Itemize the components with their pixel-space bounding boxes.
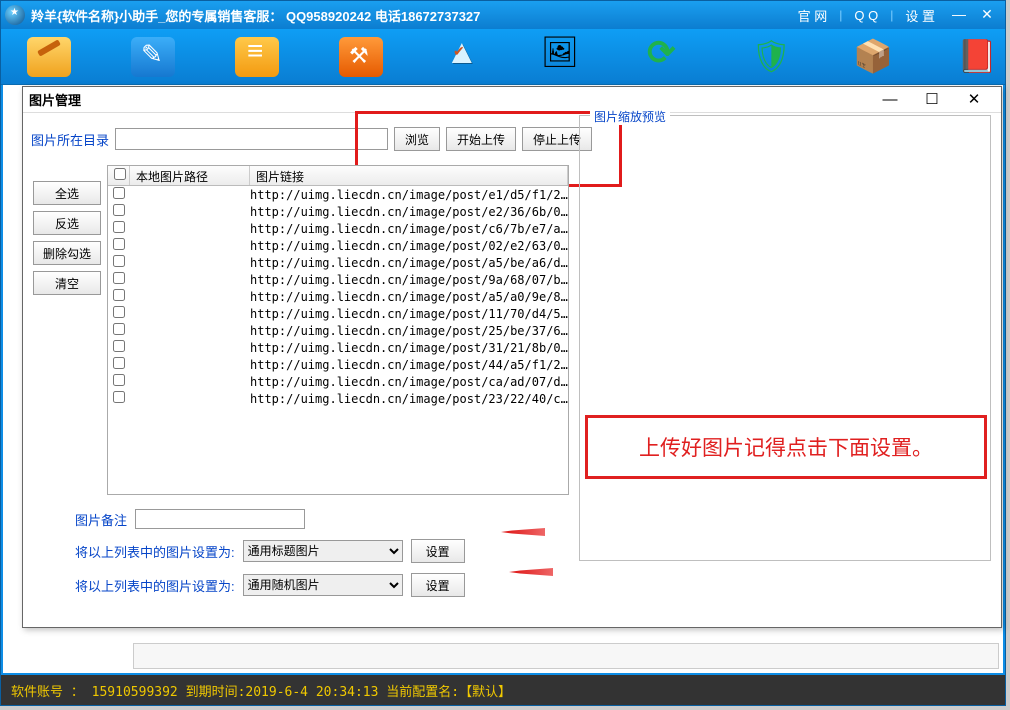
set-as-select-1[interactable]: 通用标题图片 <box>243 540 403 562</box>
table-row[interactable]: http://uimg.liecdn.cn/image/post/9a/68/0… <box>108 271 568 288</box>
cell-link: http://uimg.liecdn.cn/image/post/23/22/4… <box>250 392 568 406</box>
table-body: http://uimg.liecdn.cn/image/post/e1/d5/f… <box>108 186 568 407</box>
table-row[interactable]: http://uimg.liecdn.cn/image/post/a5/be/a… <box>108 254 568 271</box>
toolbar-image-icon[interactable] <box>539 37 583 77</box>
toolbar-tools-icon[interactable] <box>339 37 383 77</box>
row-checkbox[interactable] <box>113 306 125 318</box>
preview-groupbox: 图片缩放预览 <box>579 115 991 561</box>
cell-link: http://uimg.liecdn.cn/image/post/31/21/8… <box>250 341 568 355</box>
dialog-body: 图片所在目录 浏览 开始上传 停止上传 全选 反选 删除勾选 清空 本地图片路径… <box>31 117 993 619</box>
image-manage-dialog: 图片管理 — ☐ ✕ 图片所在目录 浏览 开始上传 停止上传 全选 反选 删除勾… <box>22 86 1002 628</box>
row-checkbox[interactable] <box>113 374 125 386</box>
annotation-text: 上传好图片记得点击下面设置。 <box>639 432 933 462</box>
table-row[interactable]: http://uimg.liecdn.cn/image/post/e1/d5/f… <box>108 186 568 203</box>
start-upload-button[interactable]: 开始上传 <box>446 127 516 151</box>
row-checkbox[interactable] <box>113 272 125 284</box>
main-titlebar: 羚羊{软件名称}小助手_您的专属销售客服： QQ958920242 电话1867… <box>1 1 1005 29</box>
row-checkbox[interactable] <box>113 340 125 352</box>
note-input[interactable] <box>135 509 305 529</box>
table-row[interactable]: http://uimg.liecdn.cn/image/post/e2/36/6… <box>108 203 568 220</box>
cell-link: http://uimg.liecdn.cn/image/post/e1/d5/f… <box>250 188 568 202</box>
side-action-buttons: 全选 反选 删除勾选 清空 <box>33 181 101 295</box>
table-row[interactable]: http://uimg.liecdn.cn/image/post/44/a5/f… <box>108 356 568 373</box>
path-input[interactable] <box>115 128 388 150</box>
table-row[interactable]: http://uimg.liecdn.cn/image/post/31/21/8… <box>108 339 568 356</box>
table-header: 本地图片路径 图片链接 <box>108 166 568 186</box>
status-text: 软件账号 ： 15910599392 到期时间:2019-6-4 20:34:1… <box>11 681 511 700</box>
top-links: 官 网 | Q Q | 设 置 <box>788 4 945 27</box>
row-checkbox[interactable] <box>113 204 125 216</box>
cell-link: http://uimg.liecdn.cn/image/post/a5/be/a… <box>250 256 568 270</box>
toolbar-config-icon[interactable] <box>27 37 71 77</box>
header-checkbox[interactable] <box>114 168 126 180</box>
cell-link: http://uimg.liecdn.cn/image/post/25/be/3… <box>250 324 568 338</box>
row-checkbox[interactable] <box>113 323 125 335</box>
cell-link: http://uimg.liecdn.cn/image/post/a5/a0/9… <box>250 290 568 304</box>
dialog-minimize-button[interactable]: — <box>869 88 911 112</box>
link-settings[interactable]: 设 置 <box>895 4 945 27</box>
image-table[interactable]: 本地图片路径 图片链接 http://uimg.liecdn.cn/image/… <box>107 165 569 495</box>
set-as-select-2[interactable]: 通用随机图片 <box>243 574 403 596</box>
col-local-path[interactable]: 本地图片路径 <box>130 166 250 185</box>
cell-link: http://uimg.liecdn.cn/image/post/c6/7b/e… <box>250 222 568 236</box>
cell-link: http://uimg.liecdn.cn/image/post/02/e2/6… <box>250 239 568 253</box>
table-row[interactable]: http://uimg.liecdn.cn/image/post/ca/ad/0… <box>108 373 568 390</box>
row-checkbox[interactable] <box>113 187 125 199</box>
toolbar-list-icon[interactable] <box>235 37 279 77</box>
delete-checked-button[interactable]: 删除勾选 <box>33 241 101 265</box>
cell-link: http://uimg.liecdn.cn/image/post/e2/36/6… <box>250 205 568 219</box>
link-website[interactable]: 官 网 <box>788 4 838 27</box>
toolbar-shield-icon[interactable] <box>747 37 791 77</box>
toolbar-books-icon[interactable] <box>955 37 999 77</box>
dialog-titlebar: 图片管理 — ☐ ✕ <box>23 87 1001 113</box>
bottom-panel <box>133 643 999 669</box>
annotation-box-hint: 上传好图片记得点击下面设置。 <box>585 415 987 479</box>
col-check[interactable] <box>108 166 130 185</box>
table-row[interactable]: http://uimg.liecdn.cn/image/post/25/be/3… <box>108 322 568 339</box>
browse-button[interactable]: 浏览 <box>394 127 440 151</box>
toolbar-mountain-icon[interactable] <box>443 37 479 77</box>
app-title: 羚羊{软件名称}小助手_您的专属销售客服： QQ958920242 电话1867… <box>31 6 480 25</box>
app-logo-icon <box>5 5 25 25</box>
row-checkbox[interactable] <box>113 238 125 250</box>
table-row[interactable]: http://uimg.liecdn.cn/image/post/02/e2/6… <box>108 237 568 254</box>
select-all-button[interactable]: 全选 <box>33 181 101 205</box>
cell-link: http://uimg.liecdn.cn/image/post/11/70/d… <box>250 307 568 321</box>
note-label: 图片备注 <box>75 510 127 529</box>
preview-group-title: 图片缩放预览 <box>590 108 670 125</box>
toolbar-edit-icon[interactable] <box>131 37 175 77</box>
toolbar-refresh-icon[interactable] <box>643 37 687 77</box>
row-checkbox[interactable] <box>113 357 125 369</box>
set-as-label-2: 将以上列表中的图片设置为: <box>75 576 235 595</box>
invert-select-button[interactable]: 反选 <box>33 211 101 235</box>
main-minimize-button[interactable]: — <box>945 6 973 24</box>
col-link[interactable]: 图片链接 <box>250 166 568 185</box>
path-label: 图片所在目录 <box>31 130 109 149</box>
row-checkbox[interactable] <box>113 289 125 301</box>
link-qq[interactable]: Q Q <box>844 6 888 25</box>
status-bar: 软件账号 ： 15910599392 到期时间:2019-6-4 20:34:1… <box>1 675 1005 705</box>
cell-link: http://uimg.liecdn.cn/image/post/9a/68/0… <box>250 273 568 287</box>
main-toolbar <box>1 29 1005 85</box>
set-button-2[interactable]: 设置 <box>411 573 465 597</box>
dialog-close-button[interactable]: ✕ <box>953 88 995 112</box>
toolbar-package-icon[interactable] <box>851 37 895 77</box>
table-row[interactable]: http://uimg.liecdn.cn/image/post/a5/a0/9… <box>108 288 568 305</box>
cell-link: http://uimg.liecdn.cn/image/post/ca/ad/0… <box>250 375 568 389</box>
dialog-maximize-button[interactable]: ☐ <box>911 88 953 112</box>
cell-link: http://uimg.liecdn.cn/image/post/44/a5/f… <box>250 358 568 372</box>
bottom-form: 图片备注 将以上列表中的图片设置为: 通用标题图片 设置 将以上列表中的图片设置… <box>75 499 465 597</box>
row-checkbox[interactable] <box>113 221 125 233</box>
table-row[interactable]: http://uimg.liecdn.cn/image/post/11/70/d… <box>108 305 568 322</box>
row-checkbox[interactable] <box>113 391 125 403</box>
clear-button[interactable]: 清空 <box>33 271 101 295</box>
row-checkbox[interactable] <box>113 255 125 267</box>
set-as-label-1: 将以上列表中的图片设置为: <box>75 542 235 561</box>
set-button-1[interactable]: 设置 <box>411 539 465 563</box>
table-row[interactable]: http://uimg.liecdn.cn/image/post/c6/7b/e… <box>108 220 568 237</box>
table-row[interactable]: http://uimg.liecdn.cn/image/post/23/22/4… <box>108 390 568 407</box>
main-close-button[interactable]: ✕ <box>973 6 1001 24</box>
dialog-title: 图片管理 <box>29 90 81 109</box>
